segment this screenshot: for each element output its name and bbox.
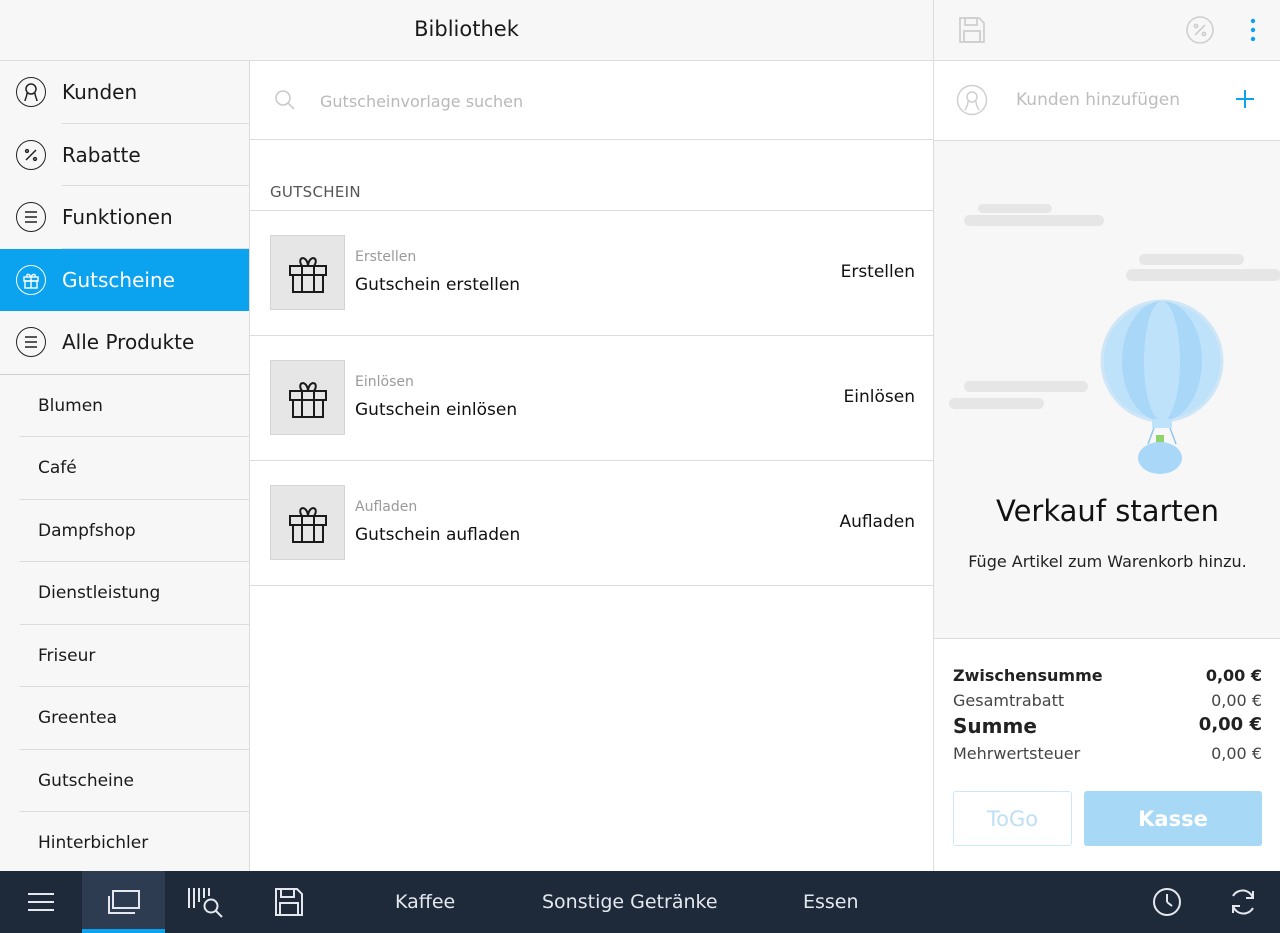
plus-icon[interactable] <box>1231 85 1259 113</box>
section-heading: GUTSCHEIN <box>270 183 361 201</box>
redeem-voucher-button[interactable]: Einlösen <box>844 387 915 407</box>
gift-icon <box>270 360 345 435</box>
subcategory-item[interactable]: Gutscheine <box>0 750 249 812</box>
sync-icon[interactable] <box>1222 871 1264 933</box>
subcategory-item[interactable]: Blumen <box>0 375 249 437</box>
subcategory-label: Greentea <box>38 708 118 729</box>
subcategory-item[interactable]: Friseur <box>0 625 249 687</box>
voucher-title: Gutschein aufladen <box>355 525 521 545</box>
add-customer-row[interactable]: Kunden hinzufügen <box>934 61 1280 141</box>
checkout-button[interactable]: Kasse <box>1084 791 1262 846</box>
sidebar-item-label: Alle Produkte <box>62 330 195 355</box>
tab-essen[interactable]: Essen <box>803 871 859 933</box>
list-icon <box>16 327 46 357</box>
togo-button[interactable]: ToGo <box>953 791 1072 846</box>
bottom-navigation: Kaffee Sonstige Getränke Essen <box>0 871 1280 933</box>
vat-row: Mehrwertsteuer 0,00 € <box>953 744 1262 763</box>
subcategory-label: Dampfshop <box>38 520 136 541</box>
voucher-row-topup[interactable]: Aufladen Gutschein aufladen Aufladen <box>250 461 933 586</box>
top-bar-divider <box>933 0 934 61</box>
sidebar-item-rabatte[interactable]: Rabatte <box>0 124 249 186</box>
discount-icon[interactable] <box>1184 14 1216 46</box>
search-input[interactable] <box>320 85 880 117</box>
library-sidebar: Kunden Rabatte Funktionen Gutscheine All… <box>0 61 250 871</box>
percent-icon <box>16 139 46 170</box>
subcategory-label: Blumen <box>38 395 103 416</box>
sidebar-item-label: Kunden <box>62 80 138 105</box>
subcategory-label: Café <box>38 458 77 479</box>
subcategory-label: Friseur <box>38 645 96 666</box>
sidebar-item-kunden[interactable]: Kunden <box>0 61 249 124</box>
add-customer-label: Kunden hinzufügen <box>1016 90 1181 110</box>
subcategory-item[interactable]: Café <box>0 437 249 500</box>
barcode-search-icon[interactable] <box>180 871 230 933</box>
vat-label: Mehrwertsteuer <box>953 744 1081 763</box>
sidebar-item-alle-produkte[interactable]: Alle Produkte <box>0 311 249 374</box>
voucher-row-redeem[interactable]: Einlösen Gutschein einlösen Einlösen <box>250 336 933 461</box>
voucher-type-label: Erstellen <box>355 249 417 265</box>
voucher-title: Gutschein einlösen <box>355 400 518 420</box>
vat-value: 0,00 € <box>1211 744 1262 763</box>
sidebar-item-funktionen[interactable]: Funktionen <box>0 186 249 249</box>
sum-value: 0,00 € <box>1198 714 1262 735</box>
more-options-icon[interactable] <box>1237 14 1269 46</box>
voucher-row-create[interactable]: Erstellen Gutschein erstellen Erstellen <box>250 211 933 336</box>
save-draft-icon[interactable] <box>956 14 988 46</box>
sidebar-item-label: Gutscheine <box>62 267 175 292</box>
menu-icon[interactable] <box>18 871 64 933</box>
gift-icon <box>270 235 345 310</box>
subcategory-item[interactable]: Greentea <box>0 687 249 750</box>
sidebar-item-label: Funktionen <box>62 205 173 230</box>
voucher-title: Gutschein erstellen <box>355 275 521 295</box>
tab-sonstige-getraenke[interactable]: Sonstige Getränke <box>542 871 718 933</box>
empty-cart-title: Verkauf starten <box>996 494 1219 528</box>
discount-value: 0,00 € <box>1211 691 1262 710</box>
discount-label: Gesamtrabatt <box>953 691 1065 710</box>
sum-label: Summe <box>953 714 1037 738</box>
discount-row: Gesamtrabatt 0,00 € <box>953 691 1262 710</box>
customer-icon <box>16 77 46 107</box>
subtotal-value: 0,00 € <box>1205 666 1262 685</box>
tab-kaffee[interactable]: Kaffee <box>395 871 455 933</box>
gift-icon <box>16 264 46 295</box>
gift-icon <box>270 485 345 560</box>
subcategory-label: Hinterbichler <box>38 833 149 854</box>
subcategory-label: Gutscheine <box>38 770 135 791</box>
sidebar-item-label: Rabatte <box>62 142 141 167</box>
search-icon <box>274 89 296 111</box>
create-voucher-button[interactable]: Erstellen <box>841 262 915 282</box>
subcategory-label: Dienstleistung <box>38 583 161 604</box>
subcategory-item[interactable]: Dienstleistung <box>0 562 249 625</box>
library-view-icon[interactable] <box>82 871 165 933</box>
cart-totals: Zwischensumme 0,00 € Gesamtrabatt 0,00 €… <box>934 638 1280 871</box>
subcategory-item[interactable]: Hinterbichler <box>0 812 249 871</box>
search-bar <box>250 61 933 140</box>
customer-icon <box>956 84 988 116</box>
list-icon <box>16 202 46 232</box>
subcategory-item[interactable]: Dampfshop <box>0 500 249 562</box>
top-bar: Bibliothek <box>0 0 1280 61</box>
sum-row: Summe 0,00 € <box>953 714 1262 738</box>
voucher-type-label: Aufladen <box>355 499 418 515</box>
subtotal-label: Zwischensumme <box>953 666 1103 685</box>
page-title: Bibliothek <box>414 17 519 41</box>
subtotal-row: Zwischensumme 0,00 € <box>953 666 1262 685</box>
voucher-type-label: Einlösen <box>355 374 414 390</box>
topup-voucher-button[interactable]: Aufladen <box>839 512 915 532</box>
cart-panel: Kunden hinzufügen Verkauf starten Füge A… <box>933 61 1280 871</box>
clock-icon[interactable] <box>1146 871 1188 933</box>
voucher-list-panel: GUTSCHEIN Erstellen Gutschein erstellen … <box>250 61 933 871</box>
save-icon[interactable] <box>266 871 312 933</box>
sidebar-item-gutscheine[interactable]: Gutscheine <box>0 248 249 311</box>
empty-cart-subtitle: Füge Artikel zum Warenkorb hinzu. <box>968 552 1247 571</box>
